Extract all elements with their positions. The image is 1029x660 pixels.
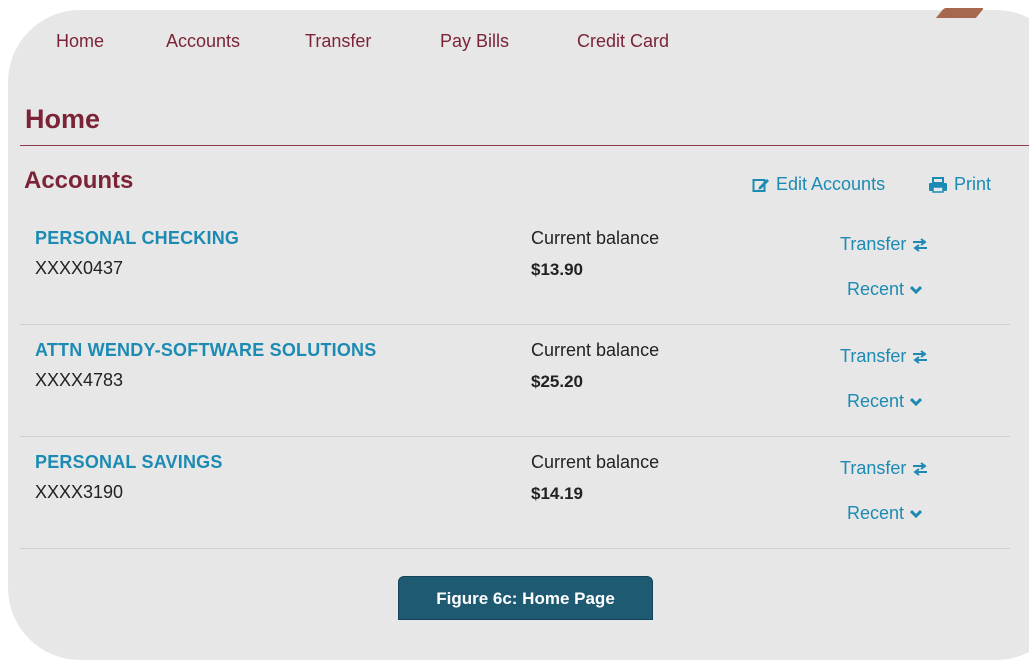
corner-decoration [935,8,985,18]
nav-transfer[interactable]: Transfer [305,31,371,52]
transfer-label: Transfer [840,346,907,366]
edit-accounts-link[interactable]: Edit Accounts [752,174,885,195]
row-divider [20,324,1010,325]
chevron-down-icon [910,509,923,519]
transfer-button[interactable]: Transfer [840,458,928,479]
title-divider [20,145,1029,146]
balance-value: $14.19 [531,484,583,503]
print-link[interactable]: Print [928,174,991,195]
balance-label: Current balance [531,228,660,248]
recent-label: Recent [847,279,905,299]
recent-label: Recent [847,503,905,523]
print-label: Print [954,174,992,194]
nav-accounts[interactable]: Accounts [166,31,240,52]
edit-icon [752,177,770,193]
account-name-link[interactable]: PERSONAL SAVINGS [35,452,223,473]
transfer-button[interactable]: Transfer [840,346,928,367]
transfer-arrows-icon [912,237,928,252]
recent-toggle[interactable]: Recent [847,503,923,524]
transfer-arrows-icon [912,461,928,476]
chevron-down-icon [910,397,923,407]
balance-value: $13.90 [531,260,583,279]
transfer-label: Transfer [840,458,907,478]
account-number: XXXX4783 [35,370,124,390]
row-divider [20,548,1010,549]
chevron-down-icon [910,285,923,295]
nav-credit-card[interactable]: Credit Card [577,31,669,52]
page-title: Home [25,104,101,134]
account-name-link[interactable]: ATTN WENDY-SOFTWARE SOLUTIONS [35,340,376,361]
recent-toggle[interactable]: Recent [847,391,923,412]
account-name-link[interactable]: PERSONAL CHECKING [35,228,239,249]
balance-value: $25.20 [531,372,583,391]
balance-label: Current balance [531,340,660,360]
printer-icon [928,176,948,193]
recent-label: Recent [847,391,905,411]
balance-label: Current balance [531,452,660,472]
row-divider [20,436,1010,437]
account-number: XXXX3190 [35,482,124,502]
transfer-label: Transfer [840,234,907,254]
transfer-arrows-icon [912,349,928,364]
account-number: XXXX0437 [35,258,124,278]
nav-home[interactable]: Home [56,31,104,52]
recent-toggle[interactable]: Recent [847,279,923,300]
edit-accounts-label: Edit Accounts [776,174,886,194]
transfer-button[interactable]: Transfer [840,234,928,255]
figure-caption: Figure 6c: Home Page [398,576,653,620]
accounts-heading: Accounts [24,167,134,194]
nav-pay-bills[interactable]: Pay Bills [440,31,509,52]
